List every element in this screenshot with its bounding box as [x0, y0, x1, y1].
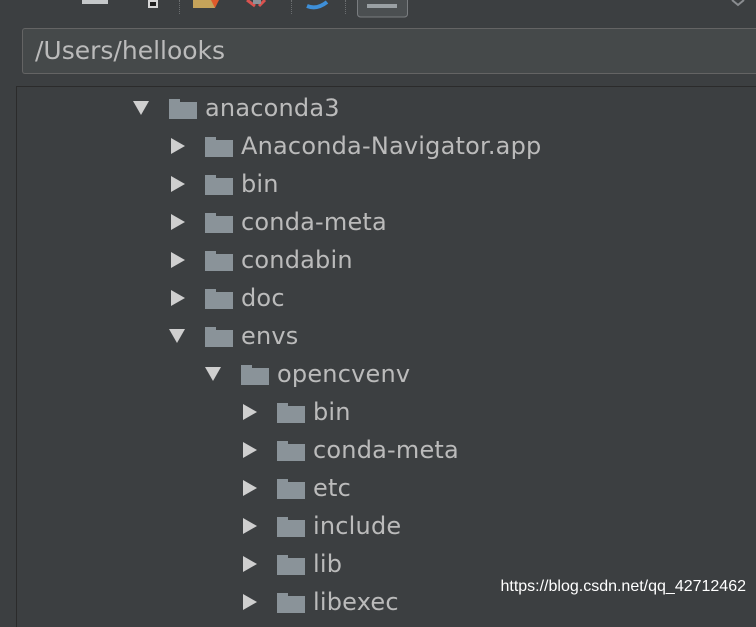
tree-node-doc[interactable]: doc	[169, 279, 285, 317]
collapse-arrow-icon[interactable]	[171, 252, 185, 268]
tree-node-conda-meta[interactable]: conda-meta	[169, 203, 387, 241]
refresh-icon[interactable]	[305, 0, 331, 10]
expand-arrow-icon[interactable]	[133, 101, 149, 115]
collapse-arrow-icon[interactable]	[243, 442, 257, 458]
folder-icon	[277, 403, 305, 423]
collapse-arrow-icon[interactable]	[243, 480, 257, 496]
toolbar-separator	[291, 0, 292, 14]
expand-arrow-icon[interactable]	[205, 367, 221, 381]
tree-node-opencvenv-bin[interactable]: bin	[241, 393, 351, 431]
folder-icon	[277, 593, 305, 613]
watermark-text: https://blog.csdn.net/qq_42712462	[500, 578, 746, 595]
tree-node-include[interactable]: include	[241, 507, 401, 545]
tree-node-condabin[interactable]: condabin	[169, 241, 353, 279]
folder-icon	[241, 365, 269, 385]
tree-node-label: conda-meta	[241, 208, 387, 236]
collapse-arrow-icon[interactable]	[171, 214, 185, 230]
delete-icon[interactable]	[245, 0, 273, 8]
folder-icon	[277, 479, 305, 499]
toolbar-separator	[345, 0, 346, 14]
collapse-arrow-icon[interactable]	[171, 290, 185, 306]
toolbar-separator	[179, 0, 180, 14]
home-icon[interactable]	[80, 0, 110, 6]
file-tree[interactable]: anaconda3 Anaconda-Navigator.app bin con…	[16, 86, 756, 627]
path-input[interactable]: /Users/hellooks	[22, 28, 756, 74]
tree-node-label: condabin	[241, 246, 353, 274]
collapse-arrow-icon[interactable]	[243, 518, 257, 534]
folder-icon	[205, 327, 233, 347]
new-folder-icon[interactable]	[193, 0, 223, 10]
tree-node-bin[interactable]: bin	[169, 165, 279, 203]
tree-node-etc[interactable]: etc	[241, 469, 351, 507]
folder-icon	[205, 213, 233, 233]
tree-node-opencvenv[interactable]: opencvenv	[205, 355, 410, 393]
tree-node-label: include	[313, 512, 402, 540]
folder-icon	[169, 99, 197, 119]
settings-icon[interactable]	[730, 0, 746, 8]
folder-icon	[205, 289, 233, 309]
tree-node-label: bin	[313, 398, 351, 426]
folder-icon	[205, 251, 233, 271]
collapse-arrow-icon[interactable]	[243, 404, 257, 420]
tree-node-label: etc	[313, 474, 351, 502]
tree-node-label: bin	[241, 170, 279, 198]
tree-node-opencvenv-conda-meta[interactable]: conda-meta	[241, 431, 459, 469]
tree-node-label: libexec	[313, 588, 399, 616]
expand-arrow-icon[interactable]	[169, 329, 185, 343]
show-hidden-icon[interactable]	[357, 0, 409, 18]
folder-icon	[277, 441, 305, 461]
tree-node-anaconda-navigator-app[interactable]: Anaconda-Navigator.app	[169, 127, 541, 165]
tree-node-label: Anaconda-Navigator.app	[241, 132, 542, 160]
tree-node-libexec[interactable]: libexec	[241, 583, 399, 621]
collapse-arrow-icon[interactable]	[243, 594, 257, 610]
folder-icon	[205, 175, 233, 195]
tree-node-envs[interactable]: envs	[169, 317, 298, 355]
collapse-arrow-icon[interactable]	[171, 176, 185, 192]
tree-node-label: opencvenv	[277, 360, 411, 388]
tree-node-lib[interactable]: lib	[241, 545, 342, 583]
folder-icon	[277, 517, 305, 537]
tree-node-label: lib	[313, 550, 343, 578]
folder-icon	[205, 137, 233, 157]
collapse-arrow-icon[interactable]	[171, 138, 185, 154]
tree-node-label: envs	[241, 322, 299, 350]
tree-node-anaconda3[interactable]: anaconda3	[133, 89, 340, 127]
collapse-arrow-icon[interactable]	[243, 556, 257, 572]
tree-node-label: doc	[241, 284, 285, 312]
folder-icon	[277, 555, 305, 575]
tree-node-label: conda-meta	[313, 436, 459, 464]
toolbar	[0, 0, 756, 22]
desktop-icon[interactable]	[146, 0, 160, 10]
tree-node-label: anaconda3	[205, 94, 340, 122]
